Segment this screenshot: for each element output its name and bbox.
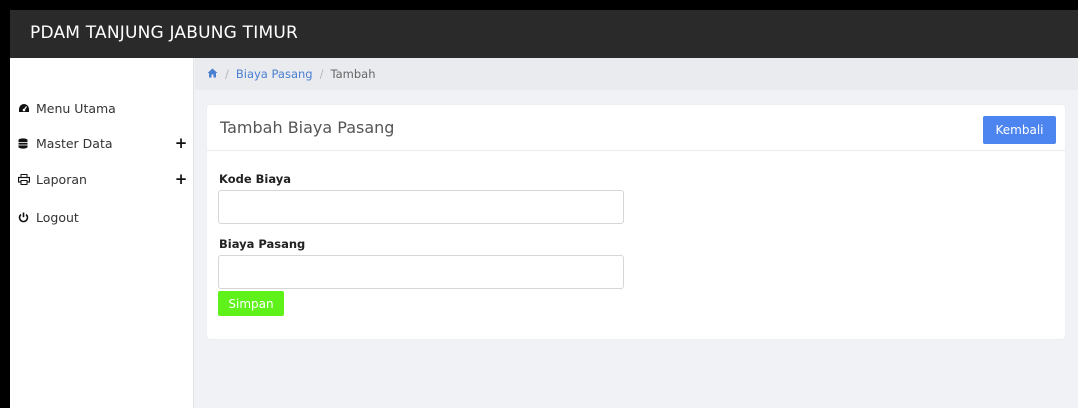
breadcrumb-link-biaya-pasang[interactable]: Biaya Pasang (236, 67, 313, 81)
plus-icon[interactable]: + (174, 170, 188, 188)
print-icon (18, 173, 36, 185)
page-title: Tambah Biaya Pasang (220, 118, 395, 137)
sidebar-item-logout[interactable]: Logout (18, 205, 188, 229)
breadcrumb-current: Tambah (330, 67, 376, 81)
app-frame: PDAM TANJUNG JABUNG TIMUR Menu Utama Mas… (10, 10, 1078, 408)
kode-biaya-label: Kode Biaya (219, 172, 292, 186)
sidebar-item-menu-utama[interactable]: Menu Utama (18, 96, 188, 120)
breadcrumb: / Biaya Pasang / Tambah (195, 58, 1078, 90)
form-card: Tambah Biaya Pasang Kembali Kode Biaya B… (207, 105, 1065, 339)
home-icon[interactable] (207, 68, 218, 81)
biaya-pasang-label: Biaya Pasang (219, 237, 306, 251)
save-button[interactable]: Simpan (218, 291, 284, 316)
sidebar: Menu Utama Master Data + Laporan + Logou… (10, 58, 194, 408)
back-button[interactable]: Kembali (983, 116, 1056, 144)
breadcrumb-separator: / (319, 67, 324, 81)
kode-biaya-input[interactable] (218, 190, 624, 224)
biaya-pasang-input[interactable] (218, 255, 624, 289)
card-header: Tambah Biaya Pasang Kembali (207, 105, 1065, 151)
breadcrumb-separator: / (225, 67, 229, 81)
plus-icon[interactable]: + (174, 134, 188, 152)
brand-title[interactable]: PDAM TANJUNG JABUNG TIMUR (30, 23, 298, 43)
top-navbar: PDAM TANJUNG JABUNG TIMUR (10, 10, 1078, 58)
sidebar-item-label: Logout (36, 209, 79, 225)
database-icon (18, 137, 36, 149)
sidebar-item-label: Master Data (36, 135, 113, 151)
sidebar-item-master-data[interactable]: Master Data + (18, 131, 188, 155)
sidebar-item-label: Menu Utama (36, 100, 116, 116)
dashboard-icon (18, 103, 36, 114)
sidebar-item-laporan[interactable]: Laporan + (18, 167, 188, 191)
sidebar-item-label: Laporan (36, 171, 87, 187)
power-icon (18, 212, 36, 223)
